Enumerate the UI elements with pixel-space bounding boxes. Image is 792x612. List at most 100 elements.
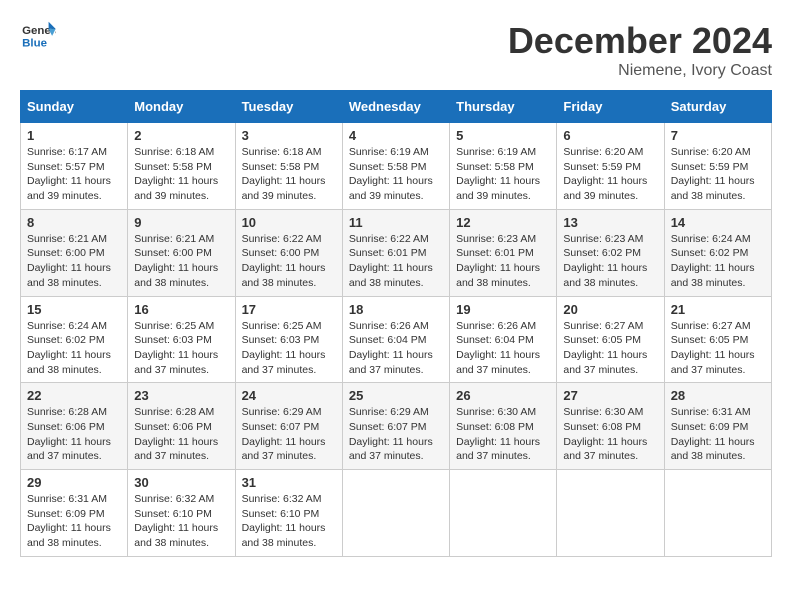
day-number: 18	[349, 302, 443, 317]
calendar-cell: 25 Sunrise: 6:29 AMSunset: 6:07 PMDaylig…	[342, 383, 449, 470]
day-number: 4	[349, 128, 443, 143]
logo-icon: General Blue	[20, 20, 56, 50]
day-info: Sunrise: 6:23 AMSunset: 6:02 PMDaylight:…	[563, 232, 657, 291]
day-number: 21	[671, 302, 765, 317]
day-number: 6	[563, 128, 657, 143]
calendar-cell: 21 Sunrise: 6:27 AMSunset: 6:05 PMDaylig…	[664, 296, 771, 383]
day-info: Sunrise: 6:25 AMSunset: 6:03 PMDaylight:…	[134, 319, 228, 378]
calendar-cell: 16 Sunrise: 6:25 AMSunset: 6:03 PMDaylig…	[128, 296, 235, 383]
calendar-cell: 17 Sunrise: 6:25 AMSunset: 6:03 PMDaylig…	[235, 296, 342, 383]
page-header: General Blue December 2024 Niemene, Ivor…	[20, 20, 772, 80]
weekday-header-wednesday: Wednesday	[342, 91, 449, 123]
day-number: 2	[134, 128, 228, 143]
day-number: 28	[671, 388, 765, 403]
day-info: Sunrise: 6:29 AMSunset: 6:07 PMDaylight:…	[242, 405, 336, 464]
day-info: Sunrise: 6:26 AMSunset: 6:04 PMDaylight:…	[349, 319, 443, 378]
svg-text:Blue: Blue	[22, 37, 47, 49]
day-info: Sunrise: 6:25 AMSunset: 6:03 PMDaylight:…	[242, 319, 336, 378]
day-info: Sunrise: 6:23 AMSunset: 6:01 PMDaylight:…	[456, 232, 550, 291]
day-number: 1	[27, 128, 121, 143]
calendar-cell: 27 Sunrise: 6:30 AMSunset: 6:08 PMDaylig…	[557, 383, 664, 470]
day-info: Sunrise: 6:29 AMSunset: 6:07 PMDaylight:…	[349, 405, 443, 464]
day-number: 30	[134, 475, 228, 490]
day-number: 22	[27, 388, 121, 403]
day-info: Sunrise: 6:21 AMSunset: 6:00 PMDaylight:…	[27, 232, 121, 291]
day-info: Sunrise: 6:28 AMSunset: 6:06 PMDaylight:…	[134, 405, 228, 464]
day-info: Sunrise: 6:22 AMSunset: 6:00 PMDaylight:…	[242, 232, 336, 291]
weekday-header-sunday: Sunday	[21, 91, 128, 123]
day-info: Sunrise: 6:18 AMSunset: 5:58 PMDaylight:…	[242, 145, 336, 204]
day-info: Sunrise: 6:26 AMSunset: 6:04 PMDaylight:…	[456, 319, 550, 378]
day-info: Sunrise: 6:22 AMSunset: 6:01 PMDaylight:…	[349, 232, 443, 291]
day-info: Sunrise: 6:18 AMSunset: 5:58 PMDaylight:…	[134, 145, 228, 204]
calendar-cell	[342, 470, 449, 557]
day-number: 16	[134, 302, 228, 317]
calendar-cell: 4 Sunrise: 6:19 AMSunset: 5:58 PMDayligh…	[342, 123, 449, 210]
weekday-header-thursday: Thursday	[450, 91, 557, 123]
day-number: 7	[671, 128, 765, 143]
calendar-cell: 20 Sunrise: 6:27 AMSunset: 6:05 PMDaylig…	[557, 296, 664, 383]
calendar-cell	[450, 470, 557, 557]
day-info: Sunrise: 6:32 AMSunset: 6:10 PMDaylight:…	[134, 492, 228, 551]
calendar-cell: 7 Sunrise: 6:20 AMSunset: 5:59 PMDayligh…	[664, 123, 771, 210]
day-info: Sunrise: 6:30 AMSunset: 6:08 PMDaylight:…	[456, 405, 550, 464]
weekday-header-friday: Friday	[557, 91, 664, 123]
week-row-4: 22 Sunrise: 6:28 AMSunset: 6:06 PMDaylig…	[21, 383, 772, 470]
day-number: 19	[456, 302, 550, 317]
calendar-cell: 22 Sunrise: 6:28 AMSunset: 6:06 PMDaylig…	[21, 383, 128, 470]
calendar-cell: 12 Sunrise: 6:23 AMSunset: 6:01 PMDaylig…	[450, 209, 557, 296]
calendar-cell: 13 Sunrise: 6:23 AMSunset: 6:02 PMDaylig…	[557, 209, 664, 296]
day-number: 11	[349, 215, 443, 230]
day-info: Sunrise: 6:19 AMSunset: 5:58 PMDaylight:…	[456, 145, 550, 204]
week-row-2: 8 Sunrise: 6:21 AMSunset: 6:00 PMDayligh…	[21, 209, 772, 296]
calendar-cell: 14 Sunrise: 6:24 AMSunset: 6:02 PMDaylig…	[664, 209, 771, 296]
calendar-cell	[557, 470, 664, 557]
calendar-cell: 23 Sunrise: 6:28 AMSunset: 6:06 PMDaylig…	[128, 383, 235, 470]
month-title: December 2024	[508, 20, 772, 62]
day-info: Sunrise: 6:28 AMSunset: 6:06 PMDaylight:…	[27, 405, 121, 464]
day-info: Sunrise: 6:24 AMSunset: 6:02 PMDaylight:…	[671, 232, 765, 291]
day-number: 20	[563, 302, 657, 317]
calendar-cell: 18 Sunrise: 6:26 AMSunset: 6:04 PMDaylig…	[342, 296, 449, 383]
calendar-cell: 15 Sunrise: 6:24 AMSunset: 6:02 PMDaylig…	[21, 296, 128, 383]
day-info: Sunrise: 6:21 AMSunset: 6:00 PMDaylight:…	[134, 232, 228, 291]
day-number: 27	[563, 388, 657, 403]
day-number: 24	[242, 388, 336, 403]
calendar-cell: 28 Sunrise: 6:31 AMSunset: 6:09 PMDaylig…	[664, 383, 771, 470]
location-title: Niemene, Ivory Coast	[508, 62, 772, 80]
title-section: December 2024 Niemene, Ivory Coast	[508, 20, 772, 80]
weekday-header-saturday: Saturday	[664, 91, 771, 123]
calendar-cell: 3 Sunrise: 6:18 AMSunset: 5:58 PMDayligh…	[235, 123, 342, 210]
day-number: 8	[27, 215, 121, 230]
day-info: Sunrise: 6:17 AMSunset: 5:57 PMDaylight:…	[27, 145, 121, 204]
weekday-header-tuesday: Tuesday	[235, 91, 342, 123]
calendar-table: SundayMondayTuesdayWednesdayThursdayFrid…	[20, 90, 772, 557]
calendar-cell: 10 Sunrise: 6:22 AMSunset: 6:00 PMDaylig…	[235, 209, 342, 296]
calendar-cell: 24 Sunrise: 6:29 AMSunset: 6:07 PMDaylig…	[235, 383, 342, 470]
calendar-cell: 2 Sunrise: 6:18 AMSunset: 5:58 PMDayligh…	[128, 123, 235, 210]
day-info: Sunrise: 6:31 AMSunset: 6:09 PMDaylight:…	[27, 492, 121, 551]
day-info: Sunrise: 6:32 AMSunset: 6:10 PMDaylight:…	[242, 492, 336, 551]
day-info: Sunrise: 6:20 AMSunset: 5:59 PMDaylight:…	[563, 145, 657, 204]
day-info: Sunrise: 6:30 AMSunset: 6:08 PMDaylight:…	[563, 405, 657, 464]
day-number: 31	[242, 475, 336, 490]
calendar-cell	[664, 470, 771, 557]
calendar-cell: 26 Sunrise: 6:30 AMSunset: 6:08 PMDaylig…	[450, 383, 557, 470]
calendar-cell: 8 Sunrise: 6:21 AMSunset: 6:00 PMDayligh…	[21, 209, 128, 296]
weekday-header-monday: Monday	[128, 91, 235, 123]
day-info: Sunrise: 6:24 AMSunset: 6:02 PMDaylight:…	[27, 319, 121, 378]
week-row-5: 29 Sunrise: 6:31 AMSunset: 6:09 PMDaylig…	[21, 470, 772, 557]
day-number: 17	[242, 302, 336, 317]
weekday-header-row: SundayMondayTuesdayWednesdayThursdayFrid…	[21, 91, 772, 123]
day-number: 26	[456, 388, 550, 403]
logo: General Blue	[20, 20, 56, 50]
calendar-cell: 31 Sunrise: 6:32 AMSunset: 6:10 PMDaylig…	[235, 470, 342, 557]
day-number: 10	[242, 215, 336, 230]
day-number: 14	[671, 215, 765, 230]
week-row-1: 1 Sunrise: 6:17 AMSunset: 5:57 PMDayligh…	[21, 123, 772, 210]
week-row-3: 15 Sunrise: 6:24 AMSunset: 6:02 PMDaylig…	[21, 296, 772, 383]
day-number: 23	[134, 388, 228, 403]
calendar-cell: 6 Sunrise: 6:20 AMSunset: 5:59 PMDayligh…	[557, 123, 664, 210]
day-info: Sunrise: 6:31 AMSunset: 6:09 PMDaylight:…	[671, 405, 765, 464]
day-number: 9	[134, 215, 228, 230]
